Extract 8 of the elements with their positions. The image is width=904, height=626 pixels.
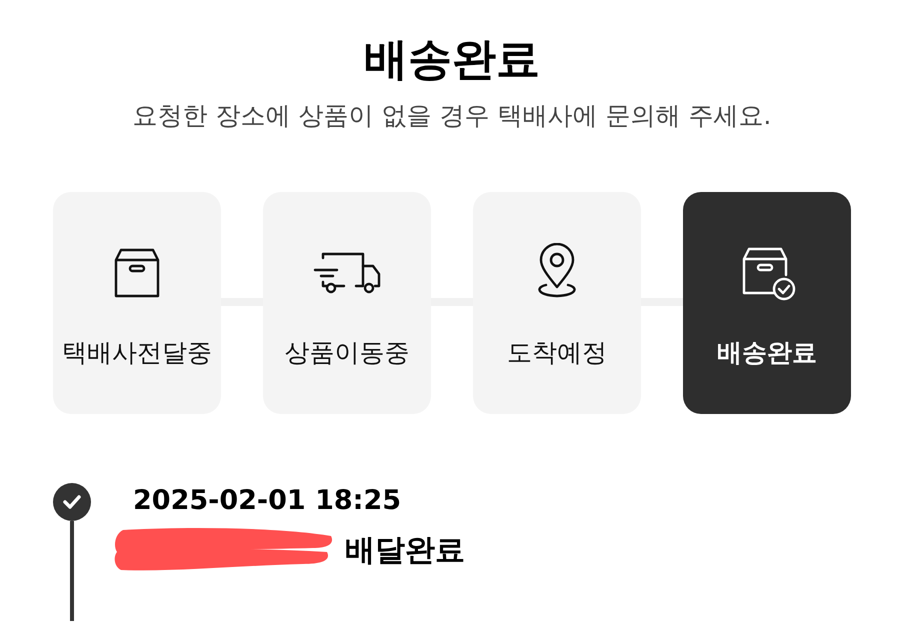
event-time: 2025-02-01 18:25 xyxy=(133,484,402,518)
step-label: 배송완료 xyxy=(717,337,817,369)
step-label: 상품이동중 xyxy=(284,337,410,369)
event-status: 배달완료 xyxy=(345,532,465,570)
step-label: 도착예정 xyxy=(507,337,607,369)
subtitle: 요청한 장소에 상품이 없을 경우 택배사에 문의해 주세요. xyxy=(132,100,772,132)
page-title: 배송완료 xyxy=(364,33,540,87)
step-label: 택배사전달중 xyxy=(62,337,212,369)
